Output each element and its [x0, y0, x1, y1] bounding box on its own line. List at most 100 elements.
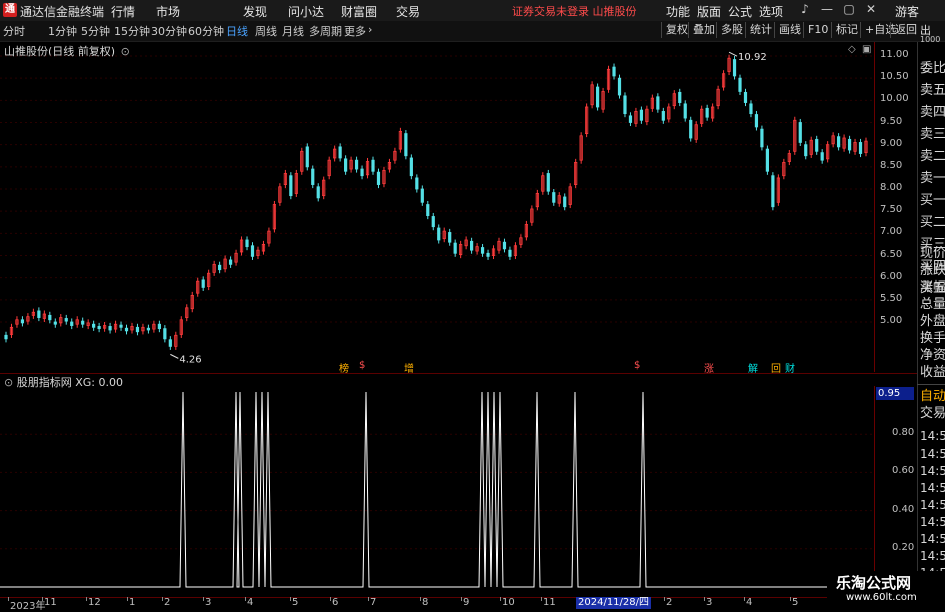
trade-time: 14:5 — [920, 447, 945, 461]
trade-time: 14:5 — [920, 481, 945, 495]
menu-wealth-circle[interactable]: 财富圈 — [341, 3, 377, 20]
date-tick-label: 8 — [422, 597, 429, 608]
period-tab-30min[interactable]: 30分钟 — [151, 23, 187, 39]
menu-ask-xiaoda[interactable]: 问小达 — [288, 3, 324, 20]
period-tab-1min[interactable]: 1分钟 — [48, 23, 77, 39]
candle-body — [470, 240, 474, 251]
minimize-icon[interactable]: — — [819, 2, 835, 16]
price-tick-label: 5.50 — [880, 292, 903, 304]
signal-chart[interactable] — [0, 386, 875, 597]
candle-body — [743, 91, 748, 103]
period-tab-monthly[interactable]: 月线 — [282, 23, 304, 39]
menu-discover[interactable]: 发现 — [243, 3, 267, 20]
period-tab-intraday[interactable]: 分时 — [3, 23, 25, 39]
menu-market[interactable]: 市场 — [156, 3, 180, 20]
candle-body — [305, 146, 309, 168]
candle-body — [480, 247, 485, 254]
menu-trade[interactable]: 交易 — [396, 3, 420, 20]
auto-trade-label-2[interactable]: 交易 — [920, 402, 945, 421]
date-tick-label: 12 — [88, 597, 101, 608]
tab-f10[interactable]: F10 — [803, 22, 832, 38]
candle-body — [595, 86, 600, 108]
candle-body — [157, 323, 161, 330]
period-tab-weekly[interactable]: 周线 — [255, 23, 277, 39]
date-tick-label: 11 — [543, 597, 556, 608]
price-tick-label: 11.00 — [880, 49, 909, 60]
period-tab-60min[interactable]: 60分钟 — [188, 23, 224, 39]
candle-body — [552, 192, 556, 203]
candle-body — [124, 327, 129, 332]
date-tick-mark — [203, 597, 204, 601]
candle-body — [119, 324, 123, 328]
candle-body — [815, 138, 819, 152]
price-tick-label: 7.50 — [880, 204, 903, 216]
candle-body — [858, 142, 863, 154]
signal-tick-label: 0.60 — [892, 465, 915, 477]
candle-body — [344, 158, 348, 172]
candle-body — [431, 216, 435, 228]
date-tick-label: 1 — [129, 597, 136, 608]
candle-body — [4, 334, 8, 340]
signal-tick-label: 0.80 — [892, 427, 915, 439]
candle-body — [683, 103, 687, 119]
low-arrow — [170, 353, 179, 359]
tab-draw-line[interactable]: 画线 — [774, 22, 805, 38]
candle-body — [163, 328, 167, 340]
candle-body — [754, 114, 759, 128]
candle-body — [70, 321, 74, 326]
date-tick-label: 9 — [463, 597, 470, 608]
trade-time: 14:5 — [920, 515, 945, 529]
date-tick-mark — [127, 597, 128, 601]
menu-options[interactable]: 选项 — [759, 3, 783, 20]
restore-icon[interactable]: ▢ — [841, 2, 857, 16]
event-markers: 榜 $ 增 $ 涨解回财 — [0, 360, 875, 375]
candle-body — [617, 77, 622, 96]
date-tick-label: 5 — [792, 597, 799, 608]
quote-field-label: 买一 — [920, 193, 945, 208]
candle-body — [448, 232, 452, 243]
date-tick-label: 2023年 — [10, 601, 46, 612]
date-tick-label: 10 — [502, 597, 515, 608]
guest-user[interactable]: 游客 — [895, 3, 919, 20]
bell-icon[interactable]: ♪ — [797, 2, 813, 16]
menu-formula[interactable]: 公式 — [728, 3, 752, 20]
candle-body — [678, 91, 682, 103]
period-tab-5min[interactable]: 5分钟 — [81, 23, 110, 39]
candle-body — [486, 252, 490, 257]
candle-body — [354, 159, 359, 170]
menu-function[interactable]: 功能 — [666, 3, 690, 20]
candle-body — [250, 245, 255, 257]
candlestick-chart[interactable]: 10.924.26 — [0, 42, 875, 372]
candle-body — [453, 242, 457, 254]
date-tick-mark — [420, 597, 421, 601]
chevron-right-icon[interactable]: › — [368, 23, 372, 36]
period-tab-daily[interactable]: 日线 — [226, 23, 248, 39]
tab-statistics[interactable]: 统计 — [745, 22, 776, 38]
candle-body — [146, 327, 151, 331]
signal-line — [0, 391, 875, 588]
candle-body — [546, 173, 550, 192]
menu-quotes[interactable]: 行情 — [111, 3, 135, 20]
close-icon[interactable]: ✕ — [863, 2, 879, 16]
price-tick-label: 10.50 — [880, 71, 909, 83]
menu-layout[interactable]: 版面 — [697, 3, 721, 20]
app-logo-icon: 通 — [3, 3, 17, 17]
tab-mark[interactable]: 标记 — [831, 22, 862, 38]
quote-field-label: 买二 — [920, 215, 945, 230]
period-tab-more[interactable]: 更多 — [344, 23, 366, 39]
tab-back[interactable]: 返回 — [890, 22, 921, 38]
candle-body — [502, 241, 507, 250]
period-tab-15min[interactable]: 15分钟 — [114, 23, 150, 39]
date-tick-label: 7 — [370, 597, 377, 608]
panel-top-tiny: 1000 — [920, 35, 941, 44]
tab-multi-stock[interactable]: 多股 — [716, 22, 747, 38]
price-tick-label: 9.00 — [880, 137, 903, 149]
tab-overlay[interactable]: 叠加 — [688, 22, 719, 38]
price-tick-label: 6.00 — [880, 270, 903, 282]
price-tick-label: 5.00 — [880, 315, 903, 326]
date-tick-label: 6 — [332, 597, 339, 608]
date-tick-label: 3 — [205, 597, 212, 608]
candle-body — [689, 119, 693, 139]
period-tab-multi[interactable]: 多周期 — [309, 23, 342, 39]
candle-body — [426, 204, 430, 216]
